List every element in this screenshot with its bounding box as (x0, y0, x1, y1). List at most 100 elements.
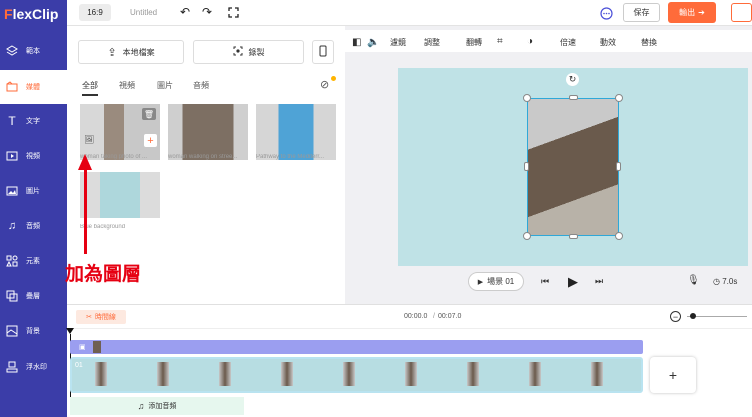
upload-local-button[interactable]: ⇪ 本地檔案 (78, 40, 184, 64)
export-button[interactable]: 輸出 ➔ (668, 2, 716, 23)
image-type-icon: ▣ (79, 344, 86, 351)
resize-handle[interactable] (615, 232, 623, 240)
media-caption: woman walking on stree... (168, 154, 238, 160)
arrow-right-icon: ➔ (698, 8, 705, 17)
sidebar-item-elements[interactable]: 元素 (0, 244, 67, 278)
timeline-toggle[interactable]: ✂ 時間線 (76, 310, 126, 324)
rotate-icon[interactable]: ↻ (566, 73, 579, 86)
resize-handle[interactable] (569, 234, 578, 239)
media-thumb-3[interactable] (256, 104, 336, 160)
adjust-button[interactable]: 調整 (424, 37, 440, 48)
zoom-out-icon[interactable]: − (670, 311, 681, 322)
save-button[interactable]: 保存 (623, 3, 660, 22)
hide-used-icon[interactable]: ⊘ (320, 78, 329, 91)
selection-box[interactable] (527, 98, 619, 236)
redo-icon[interactable]: ↷ (200, 5, 214, 19)
layer-track[interactable] (70, 340, 643, 354)
app-logo[interactable]: FlexClip (4, 4, 64, 24)
opacity-icon[interactable]: ◑ (527, 36, 533, 47)
annotation-arrow (84, 168, 87, 254)
resize-handle[interactable] (615, 94, 623, 102)
sidebar-item-watermark[interactable]: 浮水印 (0, 350, 67, 384)
track-frame (281, 362, 293, 386)
speed-button[interactable]: 倍速 (560, 37, 576, 48)
microphone-icon[interactable]: 🎙 (687, 275, 700, 286)
sidebar-item-text[interactable]: T 文字 (0, 104, 67, 138)
sidebar-toggle-icon[interactable]: ◧ (352, 37, 361, 48)
image-icon (6, 185, 18, 197)
edit-toolbar (345, 30, 752, 52)
media-caption: woman taking photo of ... (80, 154, 148, 160)
track-frame (591, 362, 603, 386)
track-frame (95, 362, 107, 386)
video-track[interactable] (70, 357, 643, 393)
tab-audio[interactable]: 音頻 (193, 80, 209, 91)
resize-handle[interactable] (523, 94, 531, 102)
previous-icon[interactable]: ⏮ (541, 276, 549, 287)
zoom-slider[interactable] (687, 316, 747, 317)
replace-button[interactable]: 替換 (641, 37, 657, 48)
account-button[interactable] (731, 3, 752, 22)
overlay-icon (6, 290, 18, 302)
chat-icon[interactable] (599, 6, 613, 20)
add-scene-button[interactable]: + (650, 357, 696, 393)
sidebar-item-background[interactable]: 背景 (0, 314, 67, 348)
sidebar-item-video[interactable]: 視頻 (0, 139, 67, 173)
annotation-text: 加為圖層 (65, 263, 142, 285)
media-thumb-4[interactable] (80, 172, 160, 218)
image-type-icon: 🖼 (84, 135, 95, 144)
track-frame (219, 362, 231, 386)
time-current: 00:00.0 (404, 313, 428, 320)
music-icon: ♫ (7, 220, 17, 232)
add-audio-button[interactable]: ♫ 添加音頻 (70, 397, 244, 415)
layer-thumb (93, 341, 101, 353)
notification-dot (331, 76, 336, 81)
flip-button[interactable]: 翻轉 (466, 37, 482, 48)
track-number: 01 (75, 362, 83, 369)
add-to-layer-icon[interactable]: + (144, 134, 157, 147)
video-icon (6, 150, 18, 162)
undo-icon[interactable]: ↶ (178, 5, 192, 19)
music-icon: ♫ (137, 401, 145, 411)
timeline-ruler[interactable] (67, 328, 752, 334)
timeline-icon: ✂ (86, 314, 92, 321)
aspect-ratio-button[interactable]: 16:9 (79, 4, 111, 21)
crop-icon[interactable]: ⌗ (497, 36, 503, 47)
sidebar-item-overlay[interactable]: 疊層 (0, 279, 67, 313)
fullscreen-icon[interactable] (226, 5, 240, 19)
sidebar-item-audio[interactable]: ♫ 音頻 (0, 209, 67, 243)
upload-icon: ⇪ (107, 46, 117, 59)
time-total: 00:07.0 (438, 313, 462, 320)
sidebar-item-templates[interactable]: 範本 (0, 34, 67, 68)
mobile-upload-button[interactable] (312, 40, 334, 64)
volume-icon[interactable]: 🔈 (367, 37, 379, 48)
tab-video[interactable]: 視頻 (119, 80, 135, 91)
animation-button[interactable]: 動效 (600, 37, 616, 48)
zoom-slider-thumb[interactable] (690, 313, 696, 319)
record-button[interactable]: 錄製 (193, 40, 304, 64)
text-icon: T (8, 114, 16, 128)
delete-icon[interactable]: 🗑 (142, 108, 156, 120)
next-icon[interactable]: ⏭ (595, 276, 603, 287)
duration[interactable]: ◷ 7.0s (713, 277, 737, 286)
resize-handle[interactable] (616, 162, 621, 171)
record-icon (233, 46, 243, 58)
play-icon[interactable]: ▶ (568, 274, 578, 290)
resize-handle[interactable] (524, 162, 529, 171)
track-frame (467, 362, 479, 386)
annotation-arrow-head (78, 154, 92, 170)
sidebar-item-image[interactable]: 圖片 (0, 174, 67, 208)
time-separator: / (433, 313, 435, 320)
resize-handle[interactable] (569, 95, 578, 100)
resize-handle[interactable] (523, 232, 531, 240)
filter-button[interactable]: 濾鏡 (390, 37, 406, 48)
media-caption: Pathway to the Mediterr... (256, 154, 325, 160)
scene-selector[interactable]: ▶ 場景 01 (468, 272, 524, 291)
track-frame (529, 362, 541, 386)
tab-all[interactable]: 全部 (82, 80, 98, 96)
sidebar-item-media[interactable]: 媒體 (0, 70, 67, 104)
tab-image[interactable]: 圖片 (157, 80, 173, 91)
shapes-icon (6, 255, 18, 267)
project-title[interactable]: Untitled (130, 8, 157, 17)
media-thumb-2[interactable] (168, 104, 248, 160)
